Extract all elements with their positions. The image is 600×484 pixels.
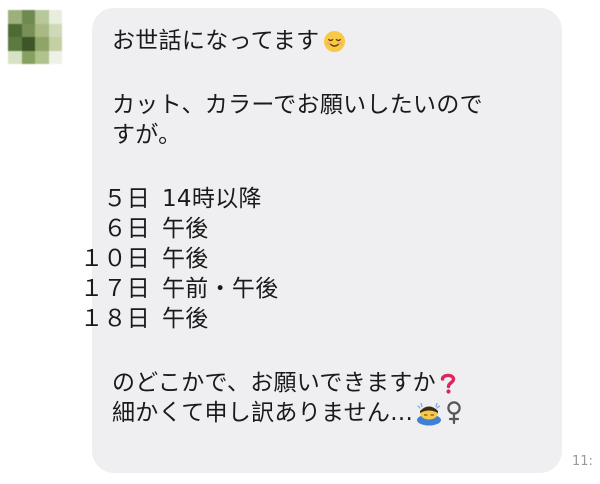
schedule-day: １７日 xyxy=(80,276,150,302)
apology-text: 細かくて申し訳ありません... xyxy=(112,400,414,426)
person-bowing-icon xyxy=(417,402,442,426)
schedule-time: 午前・午後 xyxy=(162,276,279,302)
schedule-row: ６日 午後 xyxy=(54,214,562,244)
female-sign-icon xyxy=(447,401,461,425)
schedule-day: １８日 xyxy=(80,306,150,332)
schedule-day: １０日 xyxy=(80,246,150,272)
schedule-row: ５日 14時以降 xyxy=(54,184,562,214)
schedule-row: １８日 午後 xyxy=(54,304,562,334)
message-line-greeting: お世話になってます xyxy=(112,26,562,56)
message-bubble[interactable]: お世話になってます カット、カラーでお願いしたいので すが。 ５日 14時以降 … xyxy=(80,8,562,473)
message-timestamp: 11: xyxy=(572,454,593,469)
schedule-day: ５日 xyxy=(88,186,150,212)
question-text: のどこかで、お願いできますか xyxy=(112,370,436,396)
sender-avatar[interactable] xyxy=(8,10,62,64)
red-question-mark-icon xyxy=(440,373,456,394)
relieved-face-icon xyxy=(324,30,346,52)
schedule-time: 午後 xyxy=(162,306,209,332)
schedule-time: 14時以降 xyxy=(162,186,262,212)
message-line-request-cont: すが。 xyxy=(112,122,182,148)
message-line-apology: 細かくて申し訳ありません... xyxy=(112,398,562,428)
greeting-text: お世話になってます xyxy=(112,28,320,54)
schedule-time: 午後 xyxy=(162,246,209,272)
schedule-day: ６日 xyxy=(88,216,150,242)
message-line-question: のどこかで、お願いできますか xyxy=(112,368,562,398)
message-line-request: カット、カラーでお願いしたいので xyxy=(112,92,483,118)
schedule-row: １７日 午前・午後 xyxy=(54,274,562,304)
schedule-time: 午後 xyxy=(162,216,209,242)
schedule-row: １０日 午後 xyxy=(54,244,562,274)
